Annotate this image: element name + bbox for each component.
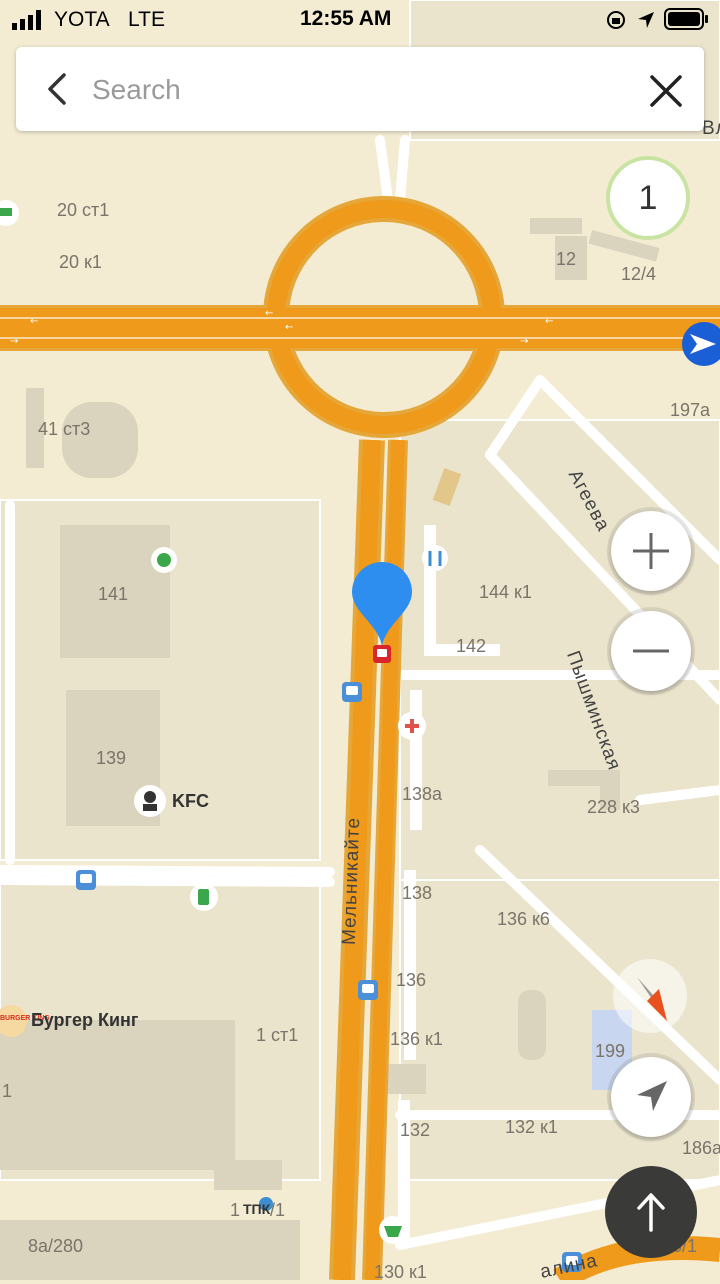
building-label: 20 ст1 [57, 200, 110, 220]
search-bar [16, 47, 704, 131]
building-label: 1 ст1 [256, 1025, 299, 1045]
building-label: 139 [96, 748, 127, 768]
building-label: /1 [270, 1200, 286, 1220]
service-icon[interactable] [422, 545, 448, 571]
building-label: 20 к1 [59, 252, 102, 272]
compass-button[interactable] [613, 959, 687, 1033]
building-label: 12/4 [621, 264, 657, 284]
traffic-level-button[interactable]: 1 [606, 156, 690, 240]
plus-icon [633, 533, 669, 569]
status-bar: YOTA LTE 12:55 AM [0, 0, 720, 40]
building-label: 12 [556, 249, 577, 269]
location-services-icon [638, 12, 654, 28]
poi-label-tpk[interactable]: ТПК [243, 1201, 270, 1217]
building-label: 186а [682, 1138, 720, 1158]
building-label: 136 к1 [390, 1029, 443, 1049]
kfc-logo-icon[interactable] [134, 785, 166, 817]
grocery-icon[interactable] [379, 1216, 407, 1244]
svg-text:→: → [520, 336, 528, 347]
shop-icon[interactable] [151, 547, 177, 573]
back-icon[interactable] [38, 69, 78, 109]
battery-icon [664, 8, 708, 30]
building-label: 41 ст3 [38, 419, 91, 439]
pharmacy-icon[interactable] [398, 712, 426, 740]
building-label: 1 [2, 1081, 13, 1101]
street-label-edge: Вл [702, 118, 720, 139]
network-type: LTE [128, 8, 165, 31]
my-location-button[interactable] [611, 1057, 691, 1137]
building-label: 197а [670, 400, 711, 420]
svg-text:←: ← [545, 316, 553, 327]
poi-label-burger-king[interactable]: Бургер Кинг [31, 1010, 138, 1031]
location-arrow-icon [637, 1081, 667, 1111]
building-label: 8а/280 [28, 1236, 84, 1256]
zoom-out-button[interactable] [611, 611, 691, 691]
traffic-level-value: 1 [638, 179, 658, 217]
route-arrow-icon [637, 1193, 665, 1232]
street-label-melnikaite: Мельникайте [338, 816, 365, 946]
building-label: 132 к1 [505, 1117, 558, 1137]
close-icon[interactable] [646, 71, 686, 111]
building-label: 132 [400, 1120, 431, 1140]
svg-text:→: → [10, 336, 18, 347]
svg-text:←: ← [265, 308, 273, 319]
svg-text:←: ← [285, 322, 293, 333]
building-label: 138 [402, 883, 433, 903]
building-label: 1 [230, 1200, 241, 1220]
building-label: 136 [396, 970, 427, 990]
signal-icon [12, 10, 41, 30]
building-label: 144 к1 [479, 582, 532, 602]
compass-icon [637, 977, 667, 1021]
status-time: 12:55 AM [300, 7, 392, 30]
zoom-in-button[interactable] [611, 511, 691, 591]
building-label: 136 к6 [497, 909, 550, 929]
poi-label-kfc[interactable]: KFC [172, 791, 209, 812]
fuel-icon[interactable] [190, 883, 218, 911]
building-label: 228 к3 [587, 797, 640, 817]
route-button[interactable] [605, 1166, 697, 1258]
carrier-name: YOTA [54, 8, 110, 31]
building-label: 141 [98, 584, 129, 604]
orientation-lock-icon [607, 11, 625, 29]
search-input[interactable] [90, 65, 634, 115]
svg-text:←: ← [30, 316, 38, 327]
minus-icon [633, 649, 669, 653]
building-label: 138а [402, 784, 443, 804]
building-label: 142 [456, 636, 487, 656]
